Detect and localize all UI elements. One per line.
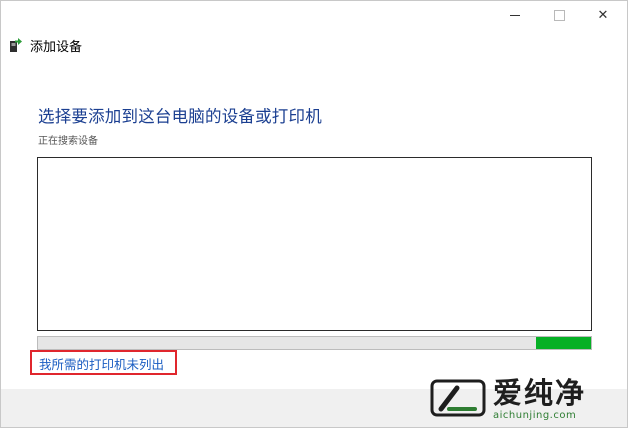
close-icon: ✕ bbox=[597, 7, 609, 23]
minimize-icon bbox=[510, 15, 520, 16]
window-header: 添加设备 bbox=[9, 35, 82, 55]
title-bar[interactable]: ✕ bbox=[1, 1, 627, 31]
device-list[interactable] bbox=[37, 157, 592, 331]
search-status-text: 正在搜索设备 bbox=[38, 136, 98, 147]
progress-fill bbox=[535, 337, 591, 349]
watermark-url: aichunjing.com bbox=[493, 410, 577, 421]
add-device-icon bbox=[9, 37, 23, 53]
add-device-window: ✕ 添加设备 选择要添加到这台电脑的设备或打印机 正在搜索设备 我所需的打印机未… bbox=[0, 0, 628, 428]
maximize-icon bbox=[553, 9, 565, 21]
maximize-button[interactable] bbox=[537, 1, 581, 29]
minimize-button[interactable] bbox=[493, 1, 537, 29]
close-button[interactable]: ✕ bbox=[581, 1, 625, 29]
window-title: 添加设备 bbox=[30, 39, 83, 55]
watermark-text: 爱纯净 aichunjing.com bbox=[493, 379, 586, 421]
search-progress-bar bbox=[37, 336, 592, 350]
page-heading: 选择要添加到这台电脑的设备或打印机 bbox=[38, 107, 322, 126]
printer-not-listed-link[interactable]: 我所需的打印机未列出 bbox=[39, 354, 164, 373]
watermark-brand: 爱纯净 bbox=[493, 376, 587, 410]
watermark: 爱纯净 aichunjing.com bbox=[429, 373, 625, 427]
brand-logo-icon bbox=[429, 378, 487, 422]
